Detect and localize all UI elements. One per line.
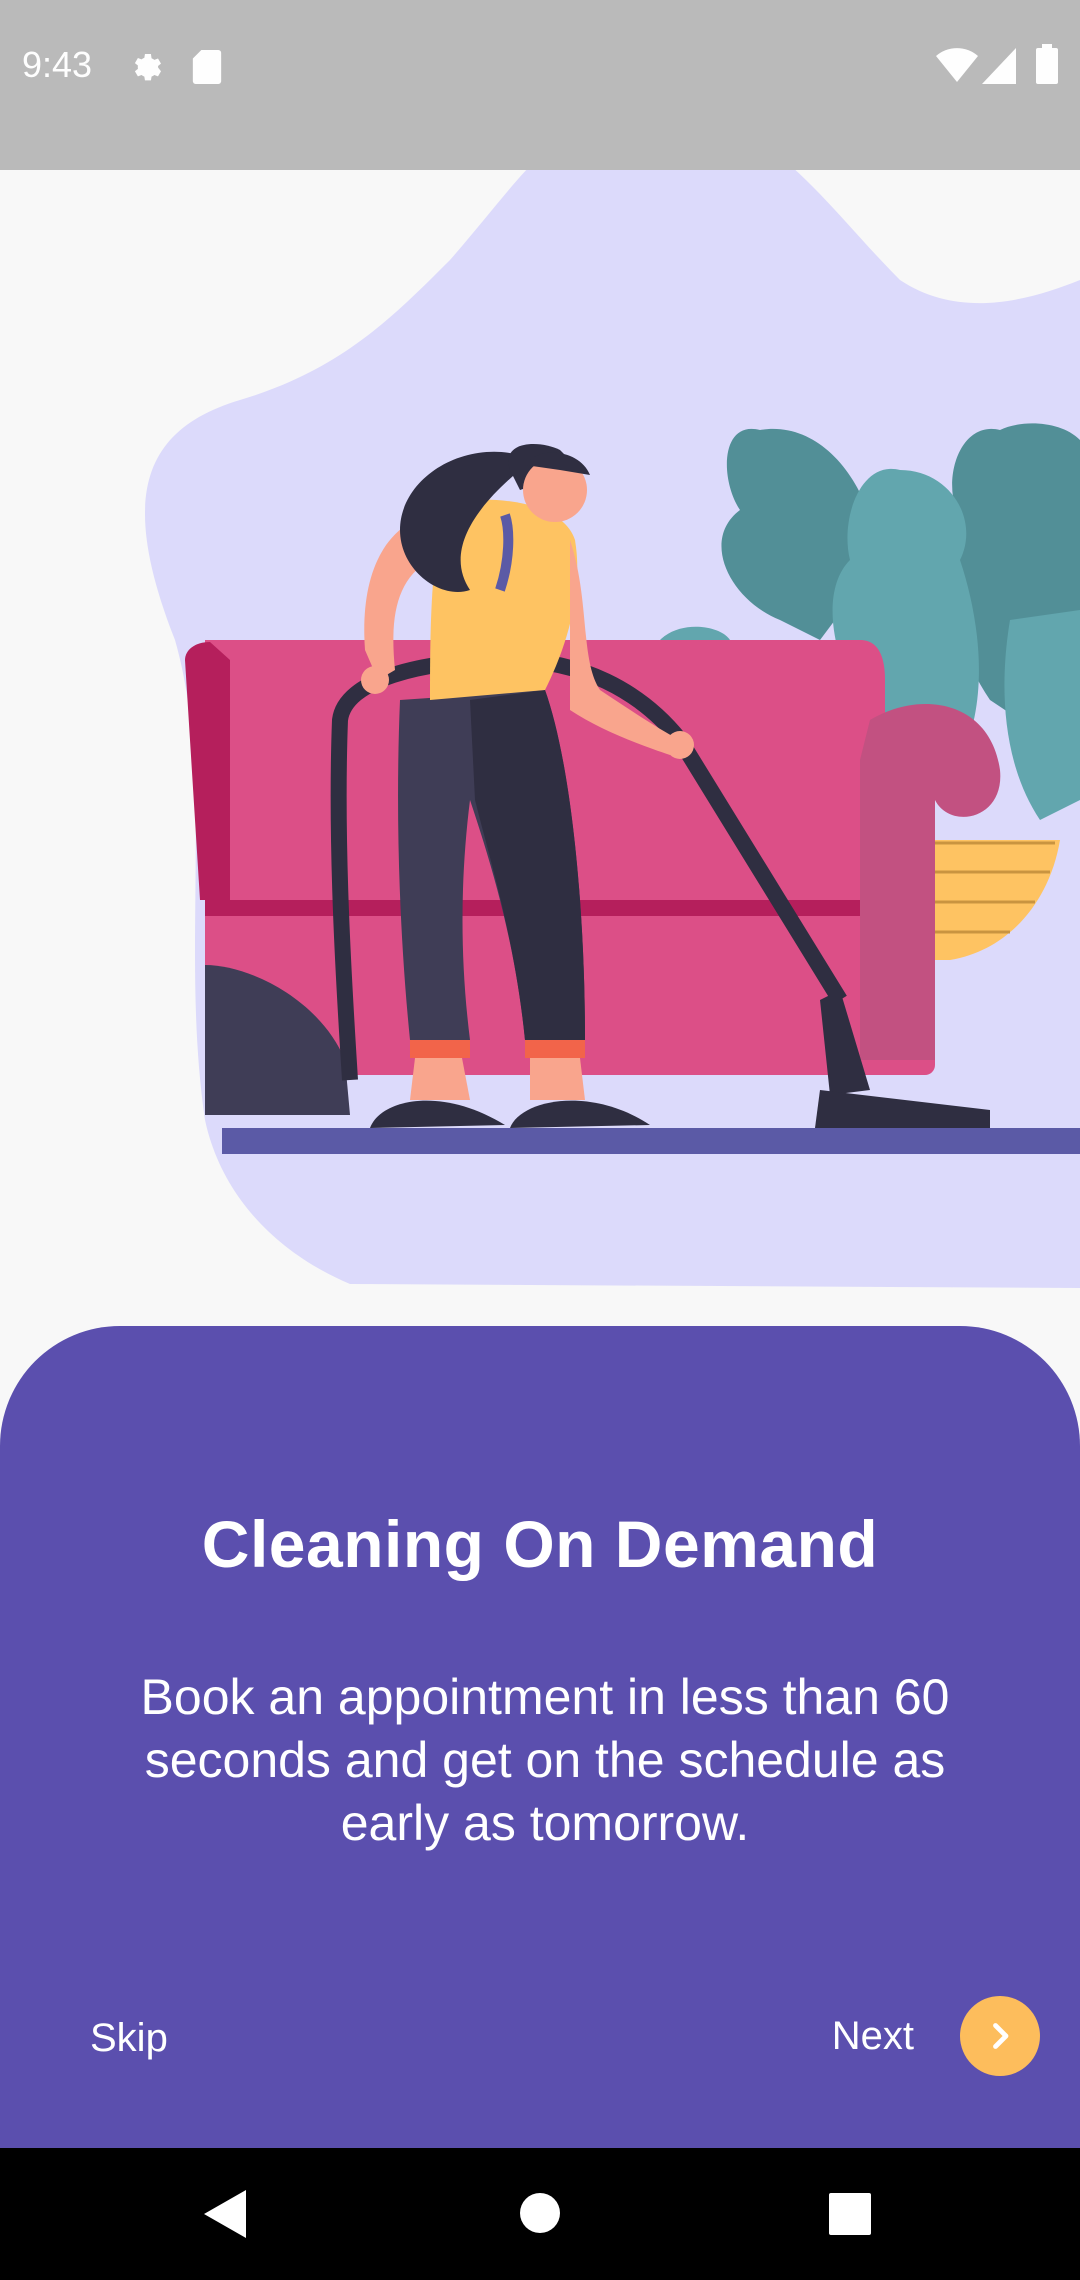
battery-icon	[1036, 44, 1058, 89]
sd-card-icon	[192, 50, 222, 89]
next-control[interactable]: Next	[832, 1996, 1040, 2076]
settings-icon	[128, 48, 164, 89]
cleaning-illustration	[0, 0, 1080, 1330]
onboarding-card: Cleaning On Demand Book an appointment i…	[0, 1326, 1080, 2148]
navigation-bar	[0, 2148, 1080, 2280]
next-button[interactable]: Next	[832, 2014, 914, 2059]
skip-button[interactable]: Skip	[90, 2016, 168, 2061]
cellular-signal-icon	[982, 48, 1016, 89]
next-circle-button[interactable]	[960, 1996, 1040, 2076]
wifi-icon	[936, 48, 978, 89]
back-triangle-icon[interactable]	[204, 2190, 246, 2243]
onboarding-description: Book an appointment in less than 60 seco…	[140, 1669, 950, 1851]
chevron-right-icon	[993, 2023, 1009, 2049]
status-bar: 9:43	[0, 0, 1080, 170]
onboarding-title: Cleaning On Demand	[201, 1507, 879, 1581]
home-circle-icon[interactable]	[519, 2192, 561, 2239]
floor-line	[222, 1128, 1080, 1154]
recents-square-icon[interactable]	[829, 2193, 871, 2240]
status-time: 9:43	[22, 44, 93, 85]
